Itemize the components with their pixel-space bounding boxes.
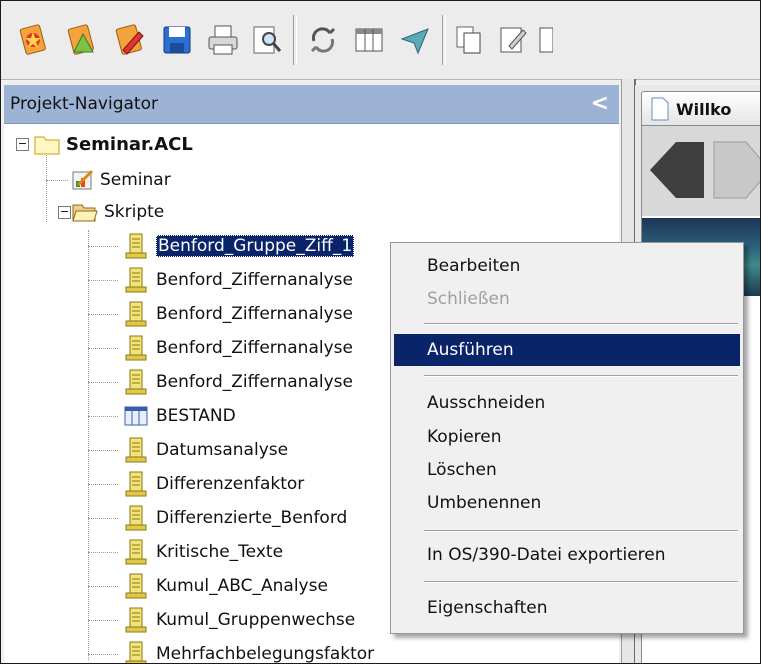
tree-item-script[interactable]: Differenzierte_Benford (122, 502, 347, 534)
copy-icon[interactable] (449, 20, 489, 60)
page-icon (651, 97, 669, 121)
script-icon (125, 267, 147, 293)
welcome-nav (642, 126, 761, 216)
tree-item-label: Benford_Ziffernanalyse (156, 304, 353, 324)
menu-separator (424, 323, 738, 325)
tree-item-workspace[interactable]: Seminar (72, 164, 171, 196)
project-label: Seminar.ACL (66, 133, 193, 155)
menu-item-cut[interactable]: Ausschneiden (394, 387, 740, 419)
script-icon (125, 335, 147, 361)
menu-item-properties[interactable]: Eigenschaften (394, 592, 740, 624)
tree-item-script[interactable]: Benford_Ziffernanalyse (122, 366, 353, 398)
menu-item-run[interactable]: Ausführen (394, 334, 740, 366)
tree-item-label: Kumul_Gruppenwechse (156, 610, 356, 630)
tree-item-label: Differenzierte_Benford (156, 508, 348, 528)
navigator-title: Projekt-Navigator (10, 94, 158, 114)
menu-separator (424, 375, 738, 377)
toolbar-separator (442, 15, 446, 65)
tree-item-table[interactable]: BESTAND (122, 400, 236, 432)
script-icon (125, 471, 147, 497)
script-icon (125, 641, 147, 663)
menu-item-copy[interactable]: Kopieren (394, 421, 740, 453)
tree-item-label: Skripte (104, 202, 165, 222)
script-icon (125, 437, 147, 463)
new-project-icon[interactable] (15, 20, 55, 60)
tree-item-script[interactable]: Kumul_ABC_Analyse (122, 570, 328, 602)
tree-item-script[interactable]: Datumsanalyse (122, 434, 288, 466)
menu-item-delete[interactable]: Löschen (394, 454, 740, 486)
edit-project-icon[interactable] (111, 20, 151, 60)
tree-item-label: Differenzenfaktor (156, 474, 305, 494)
tree-item-label: Kritische_Texte (156, 542, 284, 562)
menu-separator (424, 530, 738, 532)
tree-item-label: Benford_Gruppe_Ziff_1 (156, 235, 355, 257)
tree-item-script[interactable]: Mehrfachbelegungsfaktor (122, 638, 375, 664)
collapse-toggle[interactable]: − (16, 138, 29, 151)
tree-item-label: BESTAND (156, 406, 236, 426)
menu-separator (424, 581, 738, 583)
back-arrow-icon[interactable] (650, 142, 704, 198)
tree-item-project[interactable]: Seminar.ACL (34, 128, 193, 160)
script-icon (125, 301, 147, 327)
menu-item-rename[interactable]: Umbenennen (394, 487, 740, 519)
script-icon (125, 573, 147, 599)
tree-item-label: Benford_Ziffernanalyse (156, 338, 353, 358)
tab-welcome[interactable]: Willko (641, 91, 760, 126)
workspace-icon (72, 169, 94, 190)
tree-item-label: Seminar (100, 170, 171, 190)
tree-item-label: Kumul_ABC_Analyse (156, 576, 328, 596)
tree-item-script[interactable]: Differenzenfaktor (122, 468, 304, 500)
navigator-header: Projekt-Navigator < (4, 85, 619, 124)
search-icon[interactable] (247, 20, 287, 60)
script-icon (125, 539, 147, 565)
toolbar (1, 1, 760, 80)
folder-open-icon (72, 204, 98, 222)
tree-item-script[interactable]: Benford_Ziffernanalyse (122, 332, 353, 364)
toolbar-separator (293, 15, 297, 65)
tree-item-label: Benford_Ziffernanalyse (156, 372, 353, 392)
script-icon (125, 505, 147, 531)
tree-item-label: Datumsanalyse (156, 440, 289, 460)
forward-arrow-icon[interactable] (713, 141, 761, 199)
menu-item-edit[interactable]: Bearbeiten (394, 250, 740, 282)
tree-item-folder[interactable]: Skripte (72, 196, 164, 228)
folder-icon (34, 136, 60, 155)
tree-line (88, 230, 89, 660)
filter-icon[interactable] (395, 20, 435, 60)
menu-item-close: Schließen (427, 289, 510, 309)
save-icon[interactable] (157, 20, 197, 60)
menu-item-export[interactable]: In OS/390-Datei exportieren (394, 539, 740, 571)
tree-item-script[interactable]: Benford_Ziffernanalyse (122, 264, 353, 296)
tab-label: Willko (676, 99, 732, 119)
collapse-toggle[interactable]: − (58, 206, 71, 219)
tree-item-script[interactable]: Benford_Gruppe_Ziff_1 (122, 230, 355, 262)
script-icon (125, 233, 147, 259)
table-view-icon[interactable] (349, 20, 389, 60)
application-window: Projekt-Navigator < − Seminar.ACL Semina… (0, 0, 761, 664)
tree-item-script[interactable]: Kritische_Texte (122, 536, 283, 568)
open-project-icon[interactable] (63, 20, 103, 60)
refresh-icon[interactable] (303, 20, 343, 60)
script-icon (125, 369, 147, 395)
tree-item-script[interactable]: Benford_Ziffernanalyse (122, 298, 353, 330)
tree-item-label: Mehrfachbelegungsfaktor (156, 644, 375, 664)
context-menu: Bearbeiten Schließen Ausführen Ausschnei… (390, 242, 744, 634)
tree-item-script[interactable]: Kumul_Gruppenwechse (122, 604, 355, 636)
tree-item-label: Benford_Ziffernanalyse (156, 270, 353, 290)
table-icon (124, 406, 148, 426)
print-icon[interactable] (203, 20, 243, 60)
collapse-navigator-button[interactable]: < (591, 91, 609, 116)
script-icon (125, 607, 147, 633)
notes-icon[interactable] (493, 20, 533, 60)
more-toolbar-icon[interactable] (535, 20, 555, 60)
